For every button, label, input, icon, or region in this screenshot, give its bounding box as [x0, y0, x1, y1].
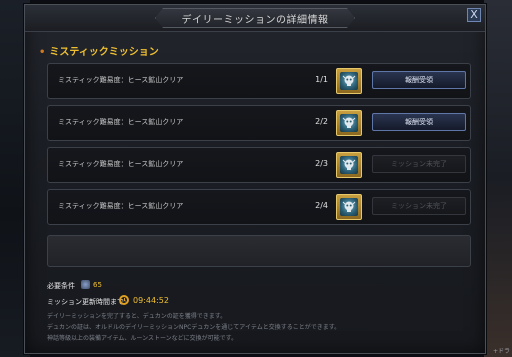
- claim-reward-button[interactable]: 報酬受領: [372, 71, 466, 89]
- corner-text: +ドラ: [492, 348, 510, 355]
- reset-label: ミッション更新時間まで:: [47, 298, 127, 306]
- mission-row: ミスティック難易度：ヒース鉱山クリア 2/2 報酬受領: [47, 105, 471, 141]
- empty-slot-panel: [47, 235, 471, 267]
- clock-icon: [119, 295, 129, 305]
- mission-row: ミスティック難易度：ヒース鉱山クリア 2/3 ミッション未完了: [47, 147, 471, 183]
- requirement-label: 必要条件: [47, 282, 75, 290]
- reward-item-icon[interactable]: [336, 152, 362, 178]
- info-note: 神話等級以上の装備アイテム、ルーンストーンなどに交換が可能です。: [47, 335, 238, 342]
- section-title: • ミスティックミッション: [39, 43, 159, 58]
- info-note: デイリーミッションを完了すると、デュカンの証を獲得できます。: [47, 313, 227, 320]
- mission-incomplete-button: ミッション未完了: [372, 155, 466, 173]
- skull-emblem-icon: [342, 75, 356, 86]
- reward-item-icon[interactable]: [336, 194, 362, 220]
- background-right: [484, 0, 512, 357]
- mission-progress: 2/2: [315, 117, 328, 126]
- mission-detail-window: デイリーミッションの詳細情報 X • ミスティックミッション ミスティック難易度：…: [24, 4, 486, 354]
- skull-emblem-icon: [342, 201, 356, 212]
- requirement-item-icon: [81, 280, 90, 289]
- mission-label: ミスティック難易度：ヒース鉱山クリア: [58, 202, 184, 210]
- mission-progress: 1/1: [315, 75, 328, 84]
- section-title-text: ミスティックミッション: [49, 47, 159, 58]
- mission-label: ミスティック難易度：ヒース鉱山クリア: [58, 76, 184, 84]
- close-icon[interactable]: X: [467, 8, 481, 22]
- title-bar: デイリーミッションの詳細情報 X: [25, 5, 485, 32]
- skull-emblem-icon: [342, 159, 356, 170]
- window-title: デイリーミッションの詳細情報: [181, 15, 329, 26]
- mission-row: ミスティック難易度：ヒース鉱山クリア 2/4 ミッション未完了: [47, 189, 471, 225]
- mission-progress: 2/4: [315, 201, 328, 210]
- requirement-value: 65: [93, 281, 102, 289]
- reward-item-icon[interactable]: [336, 68, 362, 94]
- mission-incomplete-button: ミッション未完了: [372, 197, 466, 215]
- mission-label: ミスティック難易度：ヒース鉱山クリア: [58, 118, 184, 126]
- mission-label: ミスティック難易度：ヒース鉱山クリア: [58, 160, 184, 168]
- bullet-icon: •: [39, 47, 46, 58]
- info-note: デュカンの証は、オルドルのデイリーミッションNPCデュカンを通じてアイテムと交換…: [47, 324, 341, 331]
- skull-emblem-icon: [342, 117, 356, 128]
- mission-progress: 2/3: [315, 159, 328, 168]
- reset-time: 09:44:52: [133, 296, 169, 305]
- claim-reward-button[interactable]: 報酬受領: [372, 113, 466, 131]
- mission-row: ミスティック難易度：ヒース鉱山クリア 1/1 報酬受領: [47, 63, 471, 99]
- reward-item-icon[interactable]: [336, 110, 362, 136]
